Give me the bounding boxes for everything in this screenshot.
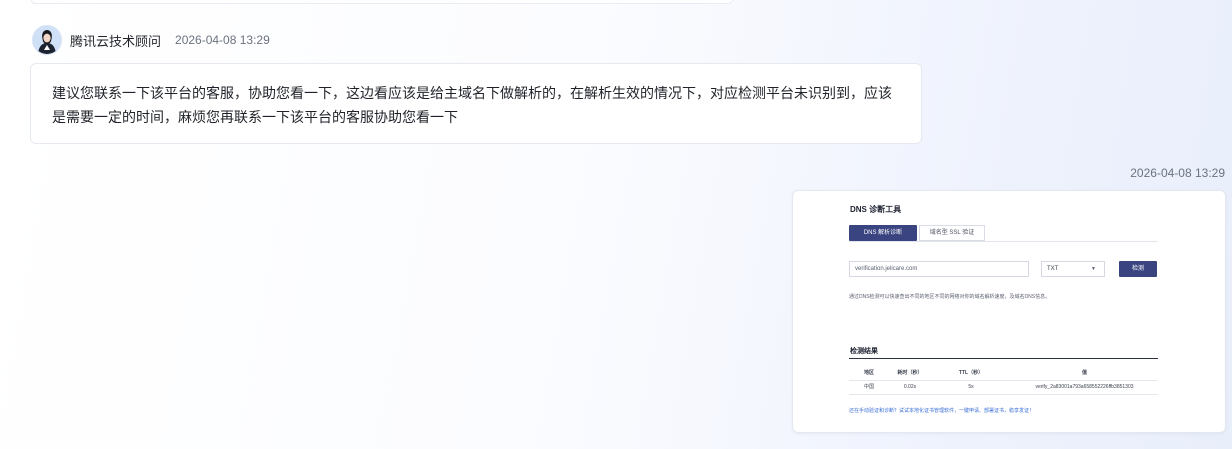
cell-ttl: 5s bbox=[968, 384, 974, 390]
result-table-header: 地区 耗时（秒） TTL（秒） 值 bbox=[849, 367, 1158, 380]
previous-message-card bbox=[30, 0, 734, 4]
advisor-message-bubble: 建议您联系一下该平台的客服，协助您看一下，这边看应该是给主域名下做解析的，在解析… bbox=[30, 63, 922, 144]
agent-header: 腾讯云技术顾问 2026-04-08 13:29 bbox=[32, 24, 270, 56]
attached-screenshot[interactable]: DNS 诊断工具 DNS 解析诊断 域名型 SSL 验证 verificatio… bbox=[792, 190, 1226, 433]
tab-divider bbox=[849, 241, 1158, 242]
promo-link: 还在手动验证和诊断？试试本地化证书管理软件，一键申请、部署证书，稳享发证！ bbox=[849, 408, 1035, 414]
cell-duration: 0.02s bbox=[903, 384, 917, 390]
tab-ssl-verify: 域名型 SSL 验证 bbox=[919, 225, 985, 241]
result-divider bbox=[849, 358, 1158, 359]
check-button: 检测 bbox=[1119, 261, 1157, 277]
record-type-value: TXT bbox=[1047, 266, 1059, 272]
domain-input: verification.jelicare.com bbox=[849, 261, 1029, 277]
cell-region: 中国 bbox=[863, 384, 874, 390]
advisor-message-time: 2026-04-08 13:29 bbox=[175, 33, 270, 47]
table-row: 中国 0.02s 5s verify_2a83001a793a658552226… bbox=[849, 380, 1158, 395]
tool-description: 通过DNS检测可以快速查出不同的地区不同的网络对你的域名解析速度，及域名DNS信… bbox=[849, 294, 1051, 300]
column-header: 地区 bbox=[863, 370, 874, 376]
column-header: 值 bbox=[1081, 370, 1087, 376]
advisor-message-line: 是需要一定的时间，麻烦您再联系一下该平台的客服协助您看一下 bbox=[52, 109, 458, 125]
cell-value: verify_2a83001a793a658552226ffb3851303 bbox=[1035, 384, 1134, 390]
result-table: 地区 耗时（秒） TTL（秒） 值 中国 0.02s 5s verify_2a8… bbox=[849, 367, 1158, 395]
dns-tool-title: DNS 诊断工具 bbox=[850, 205, 902, 214]
record-type-select: TXT ▼ bbox=[1041, 261, 1105, 277]
column-header: TTL（秒） bbox=[958, 370, 984, 376]
tab-dns-resolve: DNS 解析诊断 bbox=[849, 225, 917, 241]
advisor-name: 腾讯云技术顾问 bbox=[70, 33, 162, 49]
advisor-message-line: 建议您联系一下该平台的客服，协助您看一下，这边看应该是给主域名下做解析的，在解析… bbox=[52, 85, 892, 101]
column-header: 耗时（秒） bbox=[897, 370, 923, 376]
chevron-down-icon: ▼ bbox=[1091, 266, 1096, 272]
user-message-time: 2026-04-08 13:29 bbox=[1130, 166, 1225, 180]
advisor-avatar bbox=[32, 25, 62, 55]
result-title: 检测结果 bbox=[850, 348, 878, 355]
